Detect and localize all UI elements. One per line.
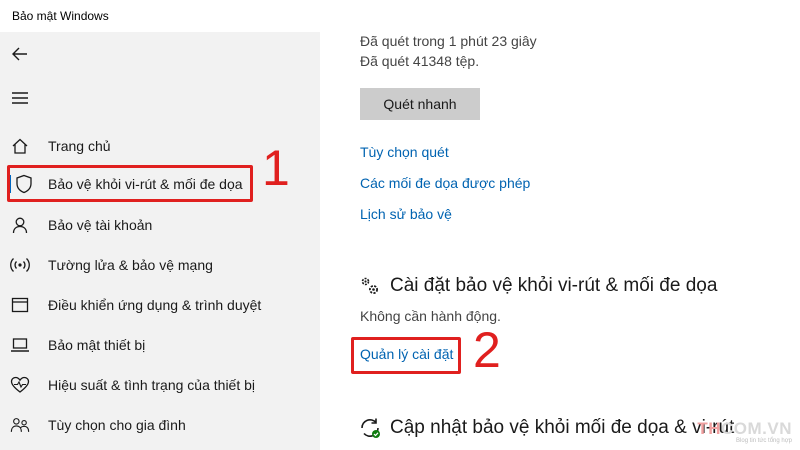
annotation-marker-1: 1 (262, 140, 290, 196)
shield-icon (14, 174, 34, 194)
manage-settings-link[interactable]: Quản lý cài đặt (360, 346, 453, 362)
window-title: Bảo mật Windows (12, 9, 109, 23)
selection-indicator (8, 175, 11, 193)
back-button[interactable] (8, 42, 32, 66)
updates-section-heading: Cập nhật bảo vệ khỏi mối đe dọa & vi-rút (390, 417, 735, 438)
person-icon (10, 215, 30, 235)
sidebar-item-account-protection[interactable]: Bảo vệ tài khoản (0, 207, 320, 243)
scan-duration-text: Đã quét trong 1 phút 23 giây (360, 33, 537, 49)
sidebar-item-label: Bảo mật thiết bị (48, 337, 146, 353)
hamburger-menu-button[interactable] (8, 86, 32, 110)
settings-section-heading: Cài đặt bảo vệ khỏi vi-rút & mối đe dọa (390, 275, 718, 296)
sidebar-item-firewall[interactable]: Tường lửa & bảo vệ mạng (0, 247, 320, 283)
app-browser-icon (10, 295, 30, 315)
settings-gear-icon (358, 274, 382, 298)
sidebar-item-label: Bảo vệ khỏi vi-rút & mối đe dọa (48, 176, 243, 192)
wifi-icon (10, 255, 30, 275)
sidebar-item-label: Tùy chọn cho gia đình (48, 417, 186, 433)
sidebar-item-label: Tường lửa & bảo vệ mạng (48, 257, 213, 273)
protection-history-link[interactable]: Lịch sử bảo vệ (360, 206, 452, 222)
back-arrow-icon (12, 47, 27, 61)
sidebar-item-device-security[interactable]: Bảo mật thiết bị (0, 327, 320, 363)
laptop-icon (10, 335, 30, 355)
sidebar-item-label: Bảo vệ tài khoản (48, 217, 153, 233)
sidebar-item-family-options[interactable]: Tùy chọn cho gia đình (0, 407, 320, 443)
watermark: THCOM.VN Blog tin tức tổng hợp (697, 420, 792, 444)
scan-files-text: Đã quét 41348 tệp. (360, 53, 480, 69)
hamburger-icon (12, 92, 28, 104)
home-icon (10, 136, 30, 156)
annotation-marker-2: 2 (473, 322, 501, 378)
sidebar-item-app-browser-control[interactable]: Điều khiển ứng dụng & trình duyệt (0, 287, 320, 323)
allowed-threats-link[interactable]: Các mối đe dọa được phép (360, 175, 530, 191)
title-bar: Bảo mật Windows (0, 0, 800, 32)
quick-scan-button[interactable]: Quét nhanh (360, 88, 480, 120)
watermark-tagline: Blog tin tức tổng hợp (736, 438, 792, 444)
family-icon (10, 415, 30, 435)
scan-options-link[interactable]: Tùy chọn quét (360, 144, 449, 160)
watermark-logo: THCOM.VN (697, 419, 792, 438)
sidebar-item-label: Hiệu suất & tình trạng của thiết bị (48, 377, 256, 393)
sidebar-item-label: Trang chủ (48, 138, 111, 154)
sidebar-item-label: Điều khiển ứng dụng & trình duyệt (48, 297, 262, 313)
sidebar: Trang chủ Bảo vệ khỏi vi-rút & mối đe dọ… (0, 32, 320, 450)
sidebar-item-device-health[interactable]: Hiệu suất & tình trạng của thiết bị (0, 367, 320, 403)
heart-icon (10, 375, 30, 395)
update-refresh-icon (358, 416, 382, 440)
